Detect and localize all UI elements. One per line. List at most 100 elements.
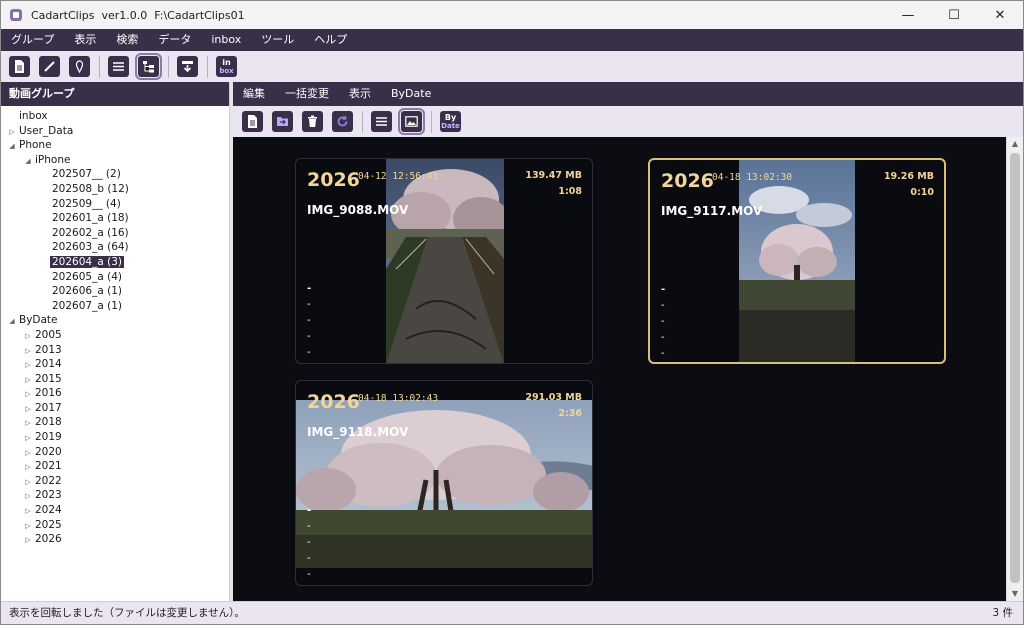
vertical-scrollbar[interactable]: ▲ ▼ (1006, 137, 1023, 601)
collapsed-arrow-icon[interactable]: ▷ (23, 475, 33, 490)
tree-item[interactable]: 202507__ (2) (1, 167, 229, 182)
clip-card[interactable]: 2026 04-12 12:56:41 139.47 MB 1:08 IMG_9… (295, 158, 593, 364)
tree-item[interactable]: ▷ 2024 (1, 503, 229, 518)
collapsed-arrow-icon[interactable]: ▷ (23, 489, 33, 504)
tree-item[interactable]: ▷ 2017 (1, 401, 229, 416)
tree-item[interactable]: ◢ Phone (1, 138, 229, 153)
tree-item[interactable]: 202603_a (64) (1, 240, 229, 255)
tree-item[interactable]: ▷ 2005 (1, 328, 229, 343)
collapsed-arrow-icon[interactable]: ▷ (23, 504, 33, 519)
tree-item[interactable]: ▷ 2026 (1, 532, 229, 547)
collapsed-arrow-icon[interactable]: ▷ (7, 125, 17, 140)
clip-card-selected[interactable]: 2026 04-18 13:02:30 19.26 MB 0:10 IMG_91… (648, 158, 946, 364)
collapsed-arrow-icon[interactable]: ▷ (23, 533, 33, 548)
import-icon[interactable] (177, 56, 198, 77)
expanded-arrow-icon[interactable]: ◢ (7, 139, 17, 154)
bydate-icon-sub: Date (441, 121, 460, 130)
app-icon (10, 9, 22, 21)
collapsed-arrow-icon[interactable]: ▷ (23, 387, 33, 402)
collapsed-arrow-icon[interactable]: ▷ (23, 373, 33, 388)
collapsed-arrow-icon[interactable]: ▷ (23, 358, 33, 373)
pen-icon[interactable] (39, 56, 60, 77)
clips-menu-bulk-change[interactable]: 一括変更 (275, 82, 339, 106)
tree-item[interactable]: ▷ 2016 (1, 386, 229, 401)
list-icon[interactable] (371, 111, 392, 132)
tree-item[interactable]: 202601_a (18) (1, 211, 229, 226)
clip-filename: IMG_9088.MOV (307, 203, 409, 217)
title-bar: CadartClips ver1.0.0 F:\CadartClips01 — … (1, 1, 1023, 29)
menu-data[interactable]: データ (148, 29, 201, 51)
clip-meta-line: - (307, 299, 311, 310)
inbox-icon-label: in (222, 57, 231, 67)
menu-help[interactable]: ヘルプ (304, 29, 357, 51)
app-window: CadartClips ver1.0.0 F:\CadartClips01 — … (0, 0, 1024, 625)
collapsed-arrow-icon[interactable]: ▷ (23, 460, 33, 475)
maximize-button[interactable]: ☐ (931, 1, 977, 29)
tree-item[interactable]: ▷ 2021 (1, 459, 229, 474)
menu-view[interactable]: 表示 (64, 29, 106, 51)
image-view-icon[interactable] (398, 108, 425, 135)
menu-tools[interactable]: ツール (251, 29, 304, 51)
collapsed-arrow-icon[interactable]: ▷ (23, 446, 33, 461)
tree-item[interactable]: 202509__ (4) (1, 197, 229, 212)
collapsed-arrow-icon[interactable]: ▷ (23, 402, 33, 417)
refresh-icon[interactable] (332, 111, 353, 132)
tree-item[interactable]: 202605_a (4) (1, 270, 229, 285)
clip-meta-lines: - - - - - (307, 503, 311, 583)
inbox-icon[interactable]: in box (216, 56, 237, 77)
close-button[interactable]: ✕ (977, 1, 1023, 29)
tree-item[interactable]: ▷ 2018 (1, 415, 229, 430)
tree-item-label: 202605_a (4) (52, 270, 122, 283)
tree-item[interactable]: ▷ 2019 (1, 430, 229, 445)
trash-icon[interactable] (302, 111, 323, 132)
collapsed-arrow-icon[interactable]: ▷ (23, 416, 33, 431)
tree-item[interactable]: inbox (1, 109, 229, 124)
tree-item[interactable]: ▷ 2014 (1, 357, 229, 372)
clips-menu-bydate[interactable]: ByDate (381, 82, 441, 106)
clip-meta-line: - (307, 569, 311, 580)
tree-item[interactable]: 202607_a (1) (1, 299, 229, 314)
scroll-up-icon[interactable]: ▲ (1007, 137, 1023, 151)
tree-item[interactable]: ▷ 2022 (1, 474, 229, 489)
tree-item[interactable]: ▷ User_Data (1, 124, 229, 139)
collapsed-arrow-icon[interactable]: ▷ (23, 431, 33, 446)
tree-item[interactable]: ▷ 2020 (1, 445, 229, 460)
item-count: 3 件 (992, 607, 1013, 619)
scrollbar-thumb[interactable] (1010, 153, 1020, 583)
folder-move-icon[interactable] (272, 111, 293, 132)
tree-item[interactable]: 202606_a (1) (1, 284, 229, 299)
collapsed-arrow-icon[interactable]: ▷ (23, 329, 33, 344)
clip-meta-line: - (661, 348, 665, 359)
menu-inbox[interactable]: inbox (201, 29, 251, 51)
clips-toolbar: By Date (233, 106, 1023, 137)
document-icon[interactable] (242, 111, 263, 132)
tree-item[interactable]: 202602_a (16) (1, 226, 229, 241)
document-icon[interactable] (9, 56, 30, 77)
collapsed-arrow-icon[interactable]: ▷ (23, 519, 33, 534)
pin-icon[interactable] (69, 56, 90, 77)
tree-item[interactable]: ▷ 2025 (1, 518, 229, 533)
menu-group[interactable]: グループ (1, 29, 64, 51)
tree-item[interactable]: ▷ 2023 (1, 488, 229, 503)
clips-menu-view[interactable]: 表示 (339, 82, 381, 106)
expanded-arrow-icon[interactable]: ◢ (7, 314, 17, 329)
expanded-arrow-icon[interactable]: ◢ (23, 154, 33, 169)
minimize-button[interactable]: — (885, 1, 931, 29)
tree-item[interactable]: ▷ 2013 (1, 343, 229, 358)
collapsed-arrow-icon[interactable]: ▷ (23, 344, 33, 359)
clips-menu-edit[interactable]: 編集 (233, 82, 275, 106)
clip-card[interactable]: 2026 04-18 13:02:43 291.03 MB 2:36 IMG_9… (295, 380, 593, 586)
tree-icon[interactable] (135, 53, 162, 80)
clip-meta-line: - (307, 553, 311, 564)
clip-filename: IMG_9117.MOV (661, 204, 763, 218)
tree-item-label: 2017 (35, 401, 62, 414)
bydate-icon[interactable]: By Date (440, 111, 461, 132)
tree-item[interactable]: 202508_b (12) (1, 182, 229, 197)
list-icon[interactable] (108, 56, 129, 77)
tree-item[interactable]: ▷ 2015 (1, 372, 229, 387)
scroll-down-icon[interactable]: ▼ (1007, 587, 1023, 601)
tree-item[interactable]: ◢ ByDate (1, 313, 229, 328)
tree-item-selected[interactable]: 202604_a (3) (1, 255, 229, 270)
tree-item[interactable]: ◢ iPhone (1, 153, 229, 168)
menu-search[interactable]: 検索 (106, 29, 148, 51)
